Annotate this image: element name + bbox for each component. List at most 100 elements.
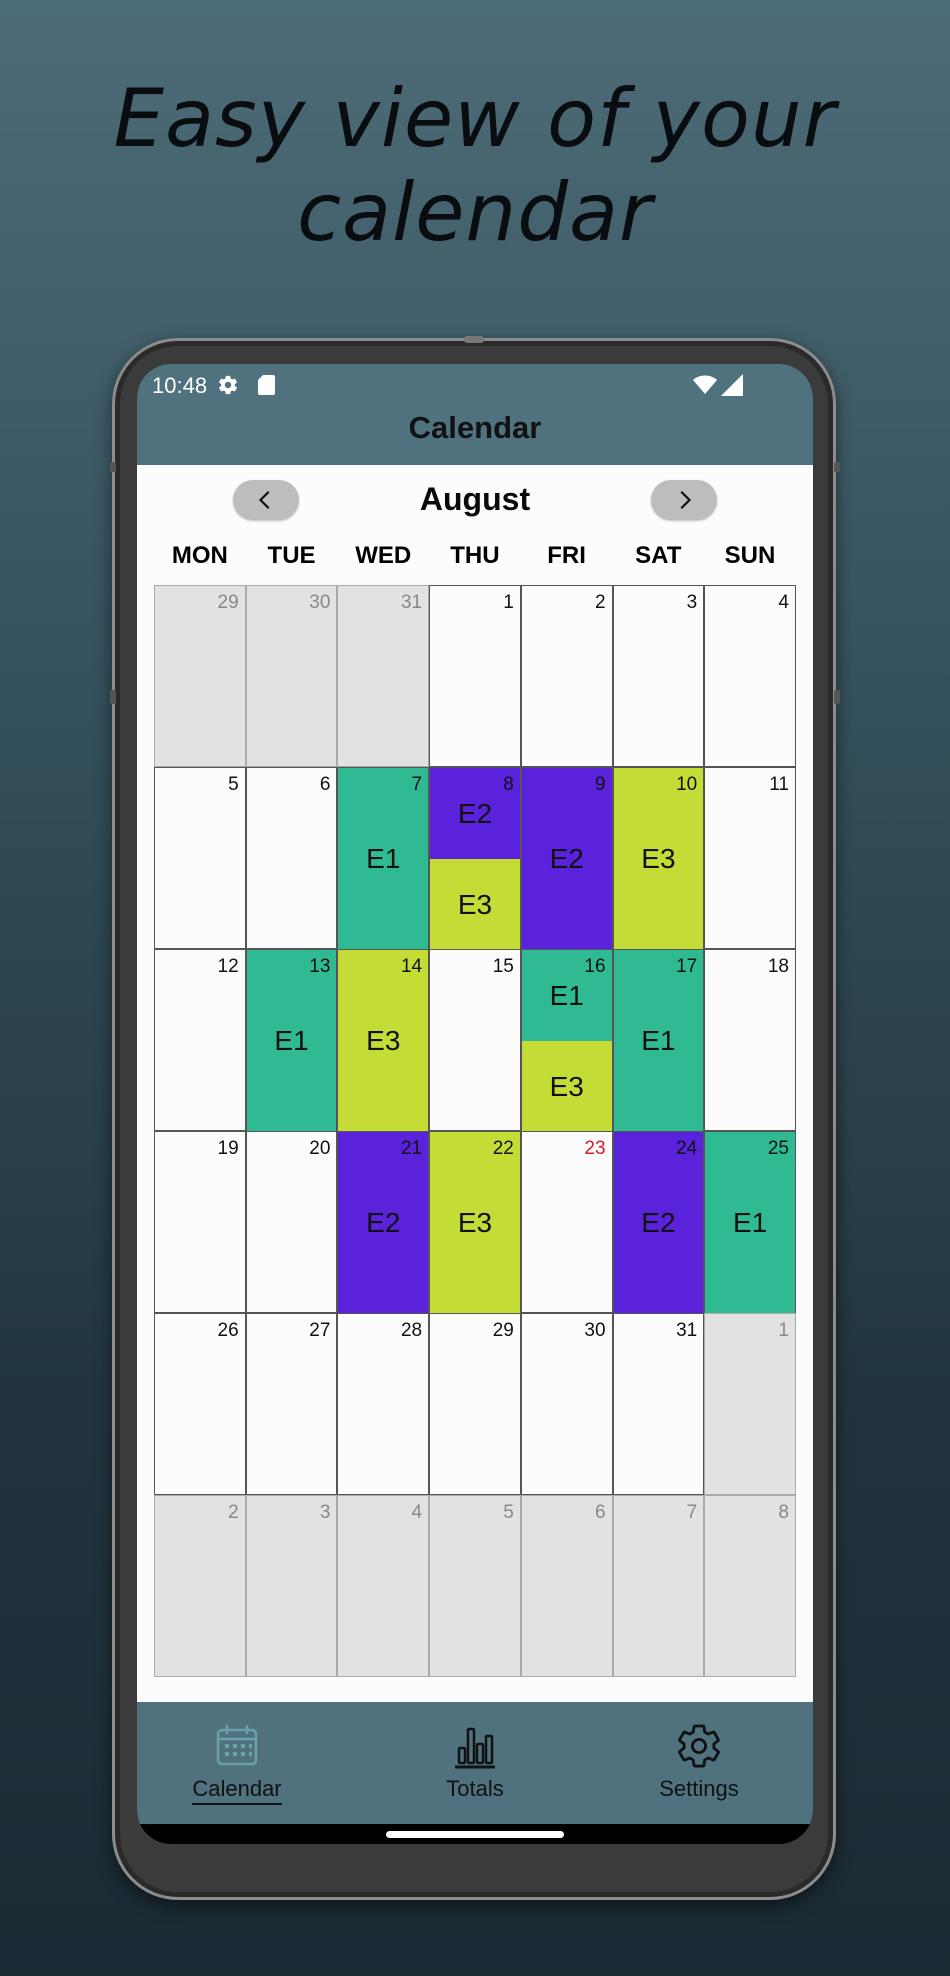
chevron-right-icon [680, 490, 692, 510]
day-number: 6 [594, 1502, 606, 1523]
calendar-day-cell[interactable]: 18 [704, 949, 796, 1131]
day-number: 30 [584, 1320, 606, 1341]
calendar-day-cell[interactable]: 30 [520, 1313, 613, 1495]
calendar-day-cell[interactable]: 5 [429, 1495, 521, 1677]
day-number: 14 [400, 956, 423, 977]
weekday-label: TUE [267, 542, 316, 569]
tab-totals-label: Totals [446, 1776, 504, 1801]
day-number: 12 [217, 956, 239, 977]
calendar-day-cell[interactable]: 7 [612, 1495, 705, 1677]
calendar-day-cell[interactable]: E2 E3 8 [429, 767, 521, 950]
day-number: 29 [492, 1320, 514, 1341]
weekday-label: SAT [635, 542, 682, 569]
weekday-label: MON [171, 542, 228, 569]
sd-card-icon [258, 375, 275, 395]
signal-icon [721, 374, 743, 396]
phone-side-button [110, 462, 116, 472]
calendar-day-cell[interactable]: 1 [704, 1313, 796, 1495]
calendar-view: August MON TUE WED THU FRI SAT SUN 29 30 3… [137, 465, 813, 1702]
status-time: 10:48 [152, 373, 208, 398]
tab-settings-label: Settings [659, 1776, 739, 1801]
calendar-day-cell[interactable]: 3 [612, 585, 705, 767]
calendar-day-cell[interactable]: E2 21 [337, 1131, 430, 1314]
calendar-day-cell[interactable]: E1 E3 16 [520, 949, 613, 1132]
app-bar: 10:48 Calendar [137, 364, 813, 465]
next-month-button[interactable] [651, 480, 717, 520]
calendar-day-cell[interactable]: 26 [154, 1313, 246, 1495]
day-number: 20 [309, 1138, 331, 1159]
calendar-day-cell[interactable]: 6 [245, 767, 338, 949]
calendar-day-cell[interactable]: 28 [337, 1313, 430, 1495]
day-number: 6 [319, 774, 331, 795]
bar-chart-icon [455, 1727, 495, 1769]
day-number: 5 [503, 1502, 514, 1523]
calendar-day-cell[interactable]: E3 22 [429, 1131, 521, 1314]
calendar-day-cell[interactable]: E3 10 [612, 767, 705, 950]
calendar-day-cell[interactable]: 1 [429, 585, 521, 767]
calendar-day-cell[interactable]: E2 9 [520, 767, 613, 950]
day-number: 29 [217, 592, 239, 613]
calendar-day-cell[interactable]: 11 [704, 767, 796, 949]
day-number: 7 [686, 1502, 698, 1523]
phone-side-button [834, 462, 840, 472]
day-number: 7 [411, 774, 423, 795]
phone-side-button [834, 690, 840, 704]
tab-totals[interactable]: Totals [375, 1722, 575, 1802]
day-number: 31 [676, 1320, 698, 1341]
tab-settings[interactable]: Settings [599, 1722, 799, 1802]
calendar-icon [216, 1725, 258, 1766]
calendar-day-cell[interactable]: 29 [429, 1313, 521, 1495]
day-number: 8 [778, 1502, 789, 1523]
calendar-day-cell[interactable]: 19 [154, 1131, 246, 1313]
calendar-day-cell[interactable]: 29 [154, 585, 246, 767]
calendar-day-cell[interactable]: 2 [154, 1495, 246, 1677]
calendar-day-cell[interactable]: 20 [245, 1131, 338, 1313]
day-number: 16 [584, 956, 606, 977]
calendar-day-cell[interactable]: E3 14 [337, 949, 430, 1132]
day-number: 1 [503, 592, 514, 613]
day-number: 21 [400, 1138, 423, 1159]
event-block-e3[interactable]: E3 [430, 859, 520, 950]
weekday-label: THU [450, 542, 500, 569]
phone-notch [464, 336, 484, 343]
day-number: 27 [309, 1320, 331, 1341]
day-number: 17 [676, 956, 698, 977]
calendar-day-cell[interactable]: E2 24 [612, 1131, 705, 1314]
gear-icon [678, 1724, 720, 1768]
calendar-day-cell[interactable]: 27 [245, 1313, 338, 1495]
calendar-day-cell[interactable]: 4 [337, 1495, 430, 1677]
calendar-day-cell[interactable]: 4 [704, 585, 796, 767]
calendar-day-cell[interactable]: 2 [520, 585, 613, 767]
day-number: 4 [778, 592, 789, 613]
wifi-icon [693, 375, 717, 394]
day-number: 26 [217, 1320, 239, 1341]
day-number: 24 [676, 1138, 698, 1159]
calendar-day-cell[interactable]: 5 [154, 767, 246, 949]
day-number: 28 [400, 1320, 423, 1341]
day-number: 13 [309, 956, 331, 977]
calendar-day-cell[interactable]: 23 [520, 1131, 613, 1313]
calendar-day-cell[interactable]: 3 [245, 1495, 338, 1677]
calendar-day-cell[interactable]: 8 [704, 1495, 796, 1677]
calendar-day-cell[interactable]: E1 17 [612, 949, 705, 1132]
app-title: Calendar [408, 410, 542, 445]
day-number: 1 [778, 1320, 789, 1341]
bottom-navigation: Calendar Totals Settings [137, 1702, 813, 1824]
event-block-e3[interactable]: E3 [521, 1041, 612, 1132]
calendar-day-cell[interactable]: E1 13 [245, 949, 338, 1132]
calendar-day-cell[interactable]: 15 [429, 949, 521, 1131]
calendar-day-cell[interactable]: 6 [520, 1495, 613, 1677]
day-number: 30 [309, 592, 331, 613]
calendar-day-cell[interactable]: E1 7 [337, 767, 430, 950]
tab-calendar[interactable]: Calendar [137, 1722, 337, 1805]
calendar-day-cell[interactable]: 30 [245, 585, 338, 767]
calendar-day-cell[interactable]: E1 25 [704, 1131, 796, 1314]
tab-calendar-label: Calendar [192, 1776, 282, 1805]
calendar-day-cell[interactable]: 12 [154, 949, 246, 1131]
calendar-grid: 29 30 31 1 2 3 4 5 6 E1 7 E2 E3 8 E2 9 E3 10 11 12 E1 13 E3 14 1… [154, 585, 796, 1677]
calendar-day-cell[interactable]: 31 [337, 585, 430, 767]
day-number: 4 [411, 1502, 423, 1523]
day-number: 31 [400, 592, 423, 613]
weekday-label: FRI [547, 542, 586, 569]
calendar-day-cell[interactable]: 31 [612, 1313, 705, 1495]
